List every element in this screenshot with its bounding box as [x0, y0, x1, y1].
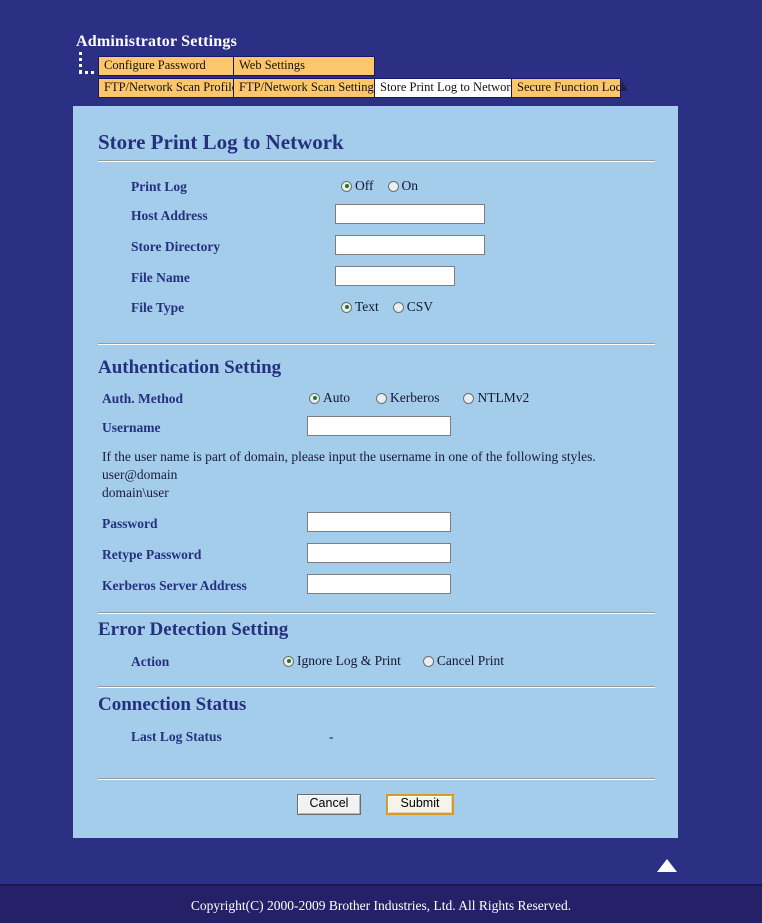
label-store-directory: Store Directory	[131, 239, 221, 254]
page-title: Administrator Settings	[76, 33, 237, 50]
username-hint-line-3: domain\user	[102, 485, 169, 500]
retype-password-input[interactable]	[307, 543, 451, 563]
section-heading-connection-status: Connection Status	[98, 694, 247, 715]
radio-indicator-kerberos-icon[interactable]	[376, 392, 387, 404]
radio-label-kerberos: Kerberos	[390, 390, 440, 405]
radio-label-text: Text	[355, 299, 379, 314]
tree-connector-icon	[79, 52, 99, 80]
radio-auth-method-kerberos[interactable]: Kerberos	[376, 390, 439, 406]
tab-configure-password[interactable]: Configure Password	[98, 56, 234, 76]
tab-store-print-log-to-network[interactable]: Store Print Log to Network	[374, 78, 517, 98]
tab-row-primary: Configure Password Web Settings	[98, 56, 375, 76]
password-input[interactable]	[307, 512, 451, 532]
radio-print-log-on[interactable]: On	[387, 178, 419, 194]
radio-indicator-cancel-print-icon[interactable]	[422, 655, 434, 667]
triangle-up-icon[interactable]	[657, 859, 677, 872]
store-directory-input[interactable]	[335, 235, 485, 255]
radio-indicator-on-icon[interactable]	[387, 180, 399, 192]
file-name-input[interactable]	[335, 266, 455, 286]
label-auth-method: Auth. Method	[102, 391, 184, 406]
username-hint-line-1: If the user name is part of domain, plea…	[102, 449, 596, 464]
section-heading-error-detection: Error Detection Setting	[98, 619, 289, 640]
radio-label-auto: Auto	[323, 390, 350, 405]
radio-label-ignore-log-print: Ignore Log & Print	[297, 653, 401, 668]
divider-above-buttons	[98, 778, 655, 780]
label-retype-password: Retype Password	[102, 547, 202, 562]
radio-action-cancel-print[interactable]: Cancel Print	[422, 653, 504, 669]
divider-under-heading	[98, 160, 655, 162]
radio-file-type-csv[interactable]: CSV	[392, 299, 434, 315]
radio-group-auth-method: Auto Kerberos NTLMv2	[309, 390, 529, 406]
radio-group-action: Ignore Log & Print Cancel Print	[283, 653, 504, 669]
username-input[interactable]	[307, 416, 451, 436]
tab-ftp-network-scan-settings[interactable]: FTP/Network Scan Settings	[233, 78, 379, 98]
radio-indicator-ntlmv2-icon[interactable]	[463, 392, 475, 404]
radio-auth-method-auto[interactable]: Auto	[309, 390, 350, 406]
divider-above-error-detection	[98, 612, 655, 614]
radio-action-ignore-log-and-print[interactable]: Ignore Log & Print	[283, 653, 401, 669]
tab-ftp-network-scan-profile[interactable]: FTP/Network Scan Profile	[98, 78, 237, 98]
label-print-log: Print Log	[131, 179, 187, 194]
radio-indicator-off-icon[interactable]	[341, 180, 352, 192]
tab-row-secondary: FTP/Network Scan Profile FTP/Network Sca…	[98, 78, 627, 98]
settings-card: Store Print Log to Network Print Log Off…	[73, 106, 678, 838]
submit-button[interactable]: Submit	[386, 794, 454, 815]
settings-card-inner: Store Print Log to Network Print Log Off…	[73, 106, 678, 838]
cancel-button[interactable]: Cancel	[297, 794, 361, 815]
label-file-name: File Name	[131, 270, 190, 285]
radio-print-log-off[interactable]: Off	[341, 178, 374, 194]
host-address-input[interactable]	[335, 204, 485, 224]
section-heading-authentication: Authentication Setting	[98, 357, 282, 378]
radio-label-on: On	[401, 178, 419, 193]
radio-auth-method-ntlmv2[interactable]: NTLMv2	[463, 390, 529, 406]
divider-above-authentication	[98, 343, 655, 345]
radio-group-print-log: Off On	[341, 178, 432, 194]
label-username: Username	[102, 420, 161, 435]
radio-indicator-ignore-log-print-icon[interactable]	[283, 655, 294, 667]
radio-file-type-text[interactable]: Text	[341, 299, 379, 315]
tree-connector-horizontal	[79, 71, 96, 74]
radio-indicator-csv-icon[interactable]	[392, 301, 404, 313]
label-kerberos-server-address: Kerberos Server Address	[102, 578, 247, 593]
tab-web-settings[interactable]: Web Settings	[233, 56, 375, 76]
value-last-log-status: -	[329, 729, 334, 744]
label-action: Action	[131, 654, 170, 669]
section-heading-store-print-log: Store Print Log to Network	[98, 130, 344, 154]
radio-indicator-auto-icon[interactable]	[309, 392, 320, 404]
radio-group-file-type: Text CSV	[341, 299, 447, 315]
username-hint-line-2: user@domain	[102, 467, 178, 482]
label-password: Password	[102, 516, 158, 531]
tab-secure-function-lock[interactable]: Secure Function Lock	[511, 78, 627, 98]
radio-indicator-text-icon[interactable]	[341, 301, 352, 313]
label-last-log-status: Last Log Status	[131, 729, 222, 744]
footer-bar: Copyright(C) 2000-2009 Brother Industrie…	[0, 884, 762, 923]
radio-label-off: Off	[355, 178, 374, 193]
copyright-text: Copyright(C) 2000-2009 Brother Industrie…	[190, 898, 572, 913]
radio-label-ntlmv2: NTLMv2	[477, 390, 530, 405]
label-host-address: Host Address	[131, 208, 208, 223]
label-file-type: File Type	[131, 300, 185, 315]
radio-label-csv: CSV	[406, 299, 434, 314]
radio-label-cancel-print: Cancel Print	[436, 653, 504, 668]
kerberos-server-address-input[interactable]	[307, 574, 451, 594]
divider-above-connection-status	[98, 686, 655, 688]
